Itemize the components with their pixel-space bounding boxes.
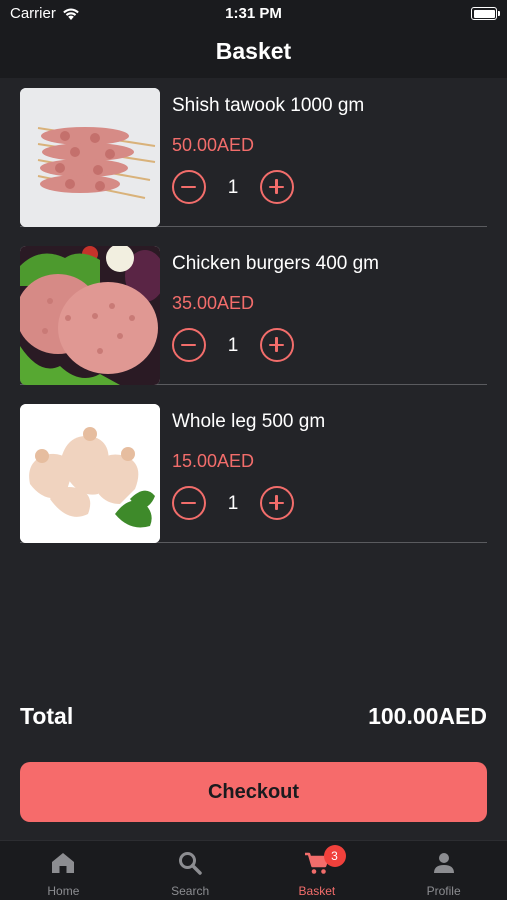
- cart-count-badge: 3: [323, 845, 346, 867]
- item-name: Shish tawook 1000 gm: [172, 95, 365, 116]
- item-name: Whole leg 500 gm: [172, 411, 326, 432]
- basket-item: Chicken burgers 400 gm 35.00AED 1: [20, 236, 487, 385]
- item-price: 15.00AED: [172, 451, 255, 471]
- chicken-leg-image: [20, 404, 160, 543]
- total-row: Total 100.00AED: [20, 703, 487, 735]
- tab-profile[interactable]: Profile: [380, 841, 507, 900]
- chicken-burger-image: [20, 246, 160, 385]
- quantity-value: 1: [227, 177, 239, 198]
- total-value: 100.00AED: [368, 703, 487, 729]
- home-icon: [52, 853, 75, 873]
- tab-bar: Home Search 3 Basket Profile: [0, 840, 507, 900]
- search-icon: [179, 852, 202, 875]
- quantity-value: 1: [227, 335, 239, 356]
- checkout-button[interactable]: Checkout: [20, 762, 487, 822]
- quantity-stepper: 1: [172, 170, 294, 204]
- increase-quantity-button[interactable]: [260, 486, 294, 520]
- status-bar: Carrier 1:31 PM: [0, 0, 507, 28]
- decrease-quantity-button[interactable]: [172, 328, 206, 362]
- item-price: 35.00AED: [172, 293, 255, 313]
- tab-basket[interactable]: 3 Basket: [254, 841, 381, 900]
- navigation-bar: Basket: [0, 28, 507, 78]
- tab-label: Basket: [298, 884, 336, 898]
- quantity-stepper: 1: [172, 486, 294, 520]
- quantity-stepper: 1: [172, 328, 294, 362]
- item-name: Chicken burgers 400 gm: [172, 253, 379, 274]
- tab-search[interactable]: Search: [127, 841, 254, 900]
- page-title: Basket: [215, 38, 292, 64]
- tab-label: Profile: [426, 884, 461, 898]
- tab-label: Home: [47, 884, 80, 898]
- increase-quantity-button[interactable]: [260, 328, 294, 362]
- tab-home[interactable]: Home: [0, 841, 127, 900]
- total-label: Total: [20, 703, 74, 729]
- tab-label: Search: [171, 884, 210, 898]
- decrease-quantity-button[interactable]: [172, 486, 206, 520]
- person-icon: [433, 853, 454, 873]
- battery-icon: [471, 7, 500, 20]
- shish-tawook-image: [20, 88, 160, 227]
- item-price: 50.00AED: [172, 135, 255, 155]
- quantity-value: 1: [227, 493, 239, 514]
- basket-item: Shish tawook 1000 gm 50.00AED 1: [20, 78, 487, 227]
- basket-item: Whole leg 500 gm 15.00AED 1: [20, 394, 487, 543]
- decrease-quantity-button[interactable]: [172, 170, 206, 204]
- increase-quantity-button[interactable]: [260, 170, 294, 204]
- status-time: 1:31 PM: [225, 5, 282, 22]
